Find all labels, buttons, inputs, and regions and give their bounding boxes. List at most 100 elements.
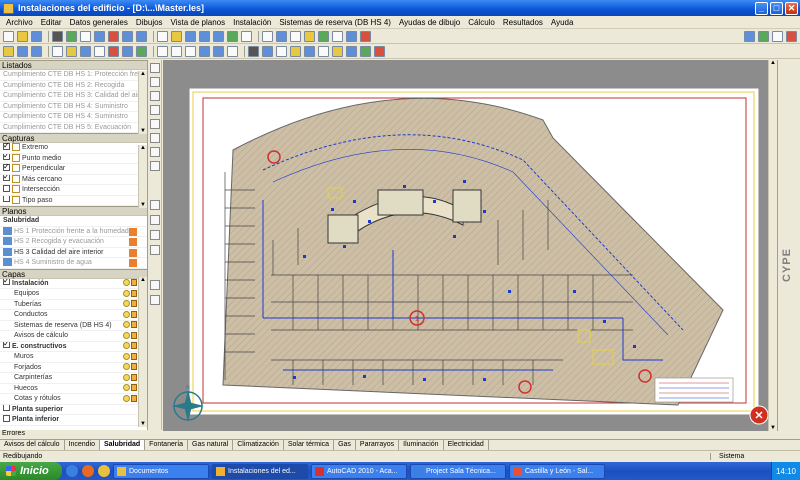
snap-center-icon[interactable] <box>150 147 160 157</box>
redo-icon[interactable] <box>136 30 147 42</box>
captura-item[interactable]: Perpendicular <box>0 164 147 175</box>
room-icon[interactable] <box>94 45 105 57</box>
window-icon[interactable] <box>80 45 91 57</box>
captura-item[interactable]: Más cercano <box>0 174 147 185</box>
captura-item[interactable]: Intersección <box>0 185 147 196</box>
equipment-icon[interactable] <box>136 45 147 57</box>
capa-footer-checkbox[interactable] <box>3 404 10 412</box>
info-icon[interactable] <box>786 30 797 42</box>
rotate-icon[interactable] <box>171 45 182 57</box>
menu-item-2[interactable]: Datos generales <box>66 18 132 27</box>
mirror-icon[interactable] <box>185 45 196 57</box>
marker-icon[interactable] <box>332 45 343 57</box>
taskbar-item[interactable]: AutoCAD 2010 - Aca... <box>311 463 407 479</box>
capa-item[interactable]: Sistemas de reserva (DB HS 4) <box>0 321 147 331</box>
layer-print-icon[interactable] <box>150 245 160 255</box>
tab-1[interactable]: Incendio <box>65 440 100 450</box>
layer-lock-icon[interactable] <box>131 384 137 392</box>
visibility-bulb-icon[interactable] <box>123 394 130 402</box>
layer-lock-icon[interactable] <box>131 342 137 350</box>
web-icon[interactable] <box>758 30 769 42</box>
view-3d-icon[interactable] <box>346 30 357 42</box>
menu-item-9[interactable]: Resultados <box>499 18 547 27</box>
layer-icon[interactable] <box>171 30 182 42</box>
start-button[interactable]: Inicio <box>0 462 62 480</box>
open-folder-icon[interactable] <box>17 30 28 42</box>
listado-item[interactable]: Cumplimiento CTE DB HS 5: Evacuación <box>0 123 147 133</box>
folder-icon[interactable] <box>98 465 110 477</box>
duct-icon[interactable] <box>122 45 133 57</box>
layer-lock-icon[interactable] <box>131 300 137 308</box>
plano-item[interactable]: HS 1 Protección frente a la humedad <box>0 226 147 237</box>
erase-icon[interactable] <box>227 45 238 57</box>
menu-item-4[interactable]: Vista de planos <box>167 18 230 27</box>
minimize-button[interactable]: _ <box>755 1 768 15</box>
capa-item[interactable]: Forjados <box>0 363 147 373</box>
tab-3[interactable]: Fontanería <box>145 440 189 450</box>
menu-item-8[interactable]: Cálculo <box>464 18 499 27</box>
plano-item[interactable]: HS 4 Suministro de agua <box>0 258 147 269</box>
layer-lock-icon[interactable] <box>131 279 137 287</box>
plano-item[interactable]: HS 2 Recogida y evacuación <box>0 237 147 248</box>
delete-icon[interactable] <box>108 30 119 42</box>
stop-icon[interactable] <box>374 45 385 57</box>
help-icon[interactable] <box>744 30 755 42</box>
copy-icon[interactable] <box>80 30 91 42</box>
layer-color-icon[interactable] <box>150 230 160 240</box>
capa-item[interactable]: Avisos de cálculo <box>0 331 147 342</box>
print-icon[interactable] <box>52 30 63 42</box>
plan-edit-icon[interactable] <box>129 227 137 236</box>
visibility-bulb-icon[interactable] <box>123 321 130 329</box>
refresh-icon[interactable] <box>241 30 252 42</box>
grid-icon[interactable] <box>262 30 273 42</box>
listado-item[interactable]: Cumplimiento CTE DB HS 4: Suministro <box>0 102 147 112</box>
dimension-icon[interactable] <box>304 30 315 42</box>
menu-item-6[interactable]: Sistemas de reserva (DB HS 4) <box>275 18 395 27</box>
layer-lock-icon[interactable] <box>131 331 137 339</box>
join-icon[interactable] <box>248 45 259 57</box>
text-icon[interactable] <box>332 30 343 42</box>
captura-checkbox[interactable] <box>3 153 10 162</box>
save-icon[interactable] <box>31 30 42 42</box>
taskbar-item[interactable]: Instalaciones del ed... <box>212 463 308 479</box>
close-button[interactable]: ✕ <box>785 1 798 15</box>
taskbar-item[interactable]: Documentos <box>113 463 209 479</box>
pipe-icon[interactable] <box>108 45 119 57</box>
copy-element-icon[interactable] <box>213 45 224 57</box>
tool-b-icon[interactable] <box>150 295 160 305</box>
tab-9[interactable]: Iluminación <box>399 440 444 450</box>
arrow-icon[interactable] <box>318 45 329 57</box>
layer-lock-icon[interactable] <box>131 352 137 360</box>
layer-lock-icon[interactable] <box>131 321 137 329</box>
capa-group[interactable]: E. constructivos <box>0 341 147 352</box>
capa-item[interactable]: Huecos <box>0 384 147 394</box>
plan-edit-icon[interactable] <box>129 259 137 267</box>
capa-footer-item[interactable]: Planta inferior <box>0 415 147 426</box>
floor-icon[interactable] <box>3 45 14 57</box>
layer-lock-icon[interactable] <box>150 215 160 225</box>
capturas-scrollbar[interactable] <box>138 145 147 208</box>
capa-item[interactable]: Tuberías <box>0 300 147 310</box>
tab-4[interactable]: Gas natural <box>188 440 234 450</box>
capa-group-checkbox[interactable] <box>3 341 10 350</box>
listado-item[interactable]: Cumplimiento CTE DB HS 4: Suministro <box>0 112 147 123</box>
captura-item[interactable]: Tipo paso <box>0 195 147 206</box>
capa-group-checkbox[interactable] <box>3 278 10 287</box>
listado-item[interactable]: Cumplimiento CTE DB HS 3: Calidad del ai… <box>0 91 147 102</box>
capa-group[interactable]: Instalación <box>0 278 147 289</box>
floor-down-icon[interactable] <box>31 45 42 57</box>
visibility-bulb-icon[interactable] <box>123 331 130 339</box>
listados-scrollbar[interactable] <box>138 71 147 134</box>
snap-near-icon[interactable] <box>150 119 160 129</box>
settings-icon[interactable] <box>772 30 783 42</box>
zoom-icon[interactable] <box>185 30 196 42</box>
visibility-bulb-icon[interactable] <box>123 342 130 350</box>
snap-icon[interactable] <box>276 30 287 42</box>
tab-0[interactable]: Avisos del cálculo <box>0 440 65 450</box>
validate-icon[interactable] <box>360 45 371 57</box>
brush-icon[interactable] <box>304 45 315 57</box>
pencil-icon[interactable] <box>290 45 301 57</box>
captura-checkbox[interactable] <box>3 164 10 172</box>
zoom-all-icon[interactable] <box>213 30 224 42</box>
measure-icon[interactable] <box>318 30 329 42</box>
